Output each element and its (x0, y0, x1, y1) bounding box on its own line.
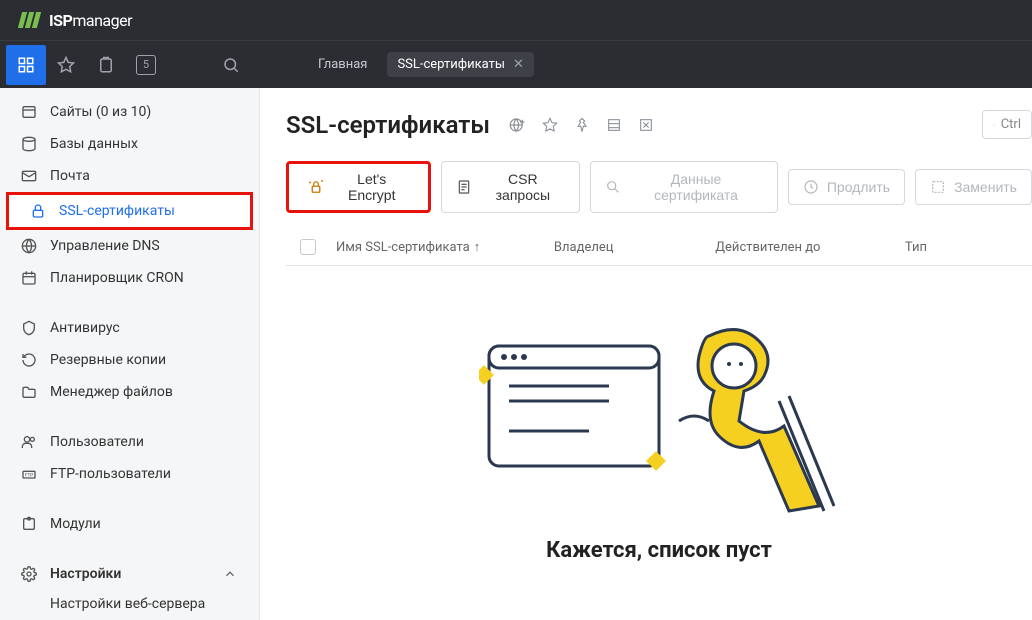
sidebar-item-label: Управление DNS (50, 238, 160, 254)
sort-asc-icon: ↑ (474, 239, 481, 255)
col-name-label[interactable]: Имя SSL-сертификата (336, 240, 470, 255)
sidebar-item-label: Антивирус (50, 320, 120, 336)
sidebar-item-files[interactable]: Менеджер файлов (0, 376, 259, 408)
lets-encrypt-button[interactable]: Let's Encrypt (286, 161, 431, 213)
renew-button: Продлить (788, 169, 905, 205)
sidebar-item-label: SSL-сертификаты (59, 203, 175, 219)
sidebar: Сайты (0 из 10) Базы данных Почта SSL-се… (0, 88, 260, 620)
chevron-up-icon (221, 565, 239, 583)
sidebar-item-backup[interactable]: Резервные копии (0, 344, 259, 376)
action-label: Let's Encrypt (333, 171, 410, 203)
replace-button: Заменить (915, 169, 1032, 205)
action-label: Продлить (827, 179, 890, 195)
breadcrumb-current-label: SSL-сертификаты (397, 57, 505, 72)
sidebar-item-label: Менеджер файлов (50, 384, 173, 400)
sidebar-item-databases[interactable]: Базы данных (0, 128, 259, 160)
select-all-checkbox[interactable] (300, 239, 316, 255)
sparkle-lock-icon (307, 178, 325, 196)
logo-mark-icon (20, 12, 39, 28)
sidebar-item-mail[interactable]: Почта (0, 160, 259, 192)
collapse-icon[interactable] (638, 117, 654, 133)
document-icon (456, 179, 472, 195)
search-placeholder: Ctrl (1001, 117, 1021, 132)
sidebar-item-modules[interactable]: Модули (0, 508, 259, 540)
sidebar-item-label: Базы данных (50, 136, 138, 152)
page-title: SSL-сертификаты (286, 111, 490, 139)
search-doc-icon (605, 179, 621, 195)
sidebar-item-label: Модули (50, 516, 101, 532)
home-dashboard-icon[interactable] (6, 45, 46, 85)
toolbar: 5 Главная SSL-сертификаты ✕ (0, 40, 1032, 88)
breadcrumb-current-tab[interactable]: SSL-сертификаты ✕ (387, 52, 533, 77)
search-icon (993, 118, 995, 132)
ftp-icon: FTP (20, 465, 38, 483)
col-owner-label[interactable]: Владелец (554, 240, 695, 255)
main-content: SSL-сертификаты Ctrl Let's Encrypt CSR з… (260, 88, 1032, 620)
table-header: Имя SSL-сертификата ↑ Владелец Действите… (286, 229, 1032, 266)
sidebar-item-users[interactable]: Пользователи (0, 426, 259, 458)
clipboard-icon[interactable] (86, 45, 126, 85)
action-label: Данные сертификата (629, 171, 763, 203)
lock-icon (29, 202, 47, 220)
search-icon[interactable] (222, 56, 240, 74)
users-icon (20, 433, 38, 451)
gear-icon (20, 565, 38, 583)
empty-state: Кажется, список пуст (286, 326, 1032, 563)
breadcrumb: Главная SSL-сертификаты ✕ (310, 52, 534, 77)
mail-icon (20, 167, 38, 185)
breadcrumb-home[interactable]: Главная (310, 53, 375, 76)
col-valid-label[interactable]: Действителен до (715, 240, 885, 255)
close-icon[interactable]: ✕ (513, 57, 524, 72)
sidebar-item-label: Настройки (50, 566, 121, 582)
renew-icon (803, 179, 819, 195)
globe-icon (20, 237, 38, 255)
sidebar-subitem-web-settings[interactable]: Настройки веб-сервера (0, 590, 259, 618)
empty-illustration-icon (479, 326, 839, 516)
pin-icon[interactable] (574, 117, 590, 133)
database-icon (20, 135, 38, 153)
sidebar-item-label: Почта (50, 168, 90, 184)
sidebar-item-label: Резервные копии (50, 352, 166, 368)
globe-plus-icon[interactable] (508, 116, 526, 134)
sidebar-item-ssl[interactable]: SSL-сертификаты (6, 192, 253, 230)
folder-icon (20, 383, 38, 401)
cert-data-button: Данные сертификата (590, 161, 778, 213)
shield-icon (20, 319, 38, 337)
browser-icon (20, 103, 38, 121)
action-label: CSR запросы (480, 171, 565, 203)
sidebar-item-label: Планировщик CRON (50, 270, 184, 286)
sidebar-item-cron[interactable]: Планировщик CRON (0, 262, 259, 294)
page-header: SSL-сертификаты Ctrl (286, 110, 1032, 139)
counter-badge[interactable]: 5 (126, 45, 166, 85)
top-header: ISPmanager (0, 0, 1032, 40)
svg-text:FTP: FTP (25, 473, 33, 479)
logo-text: ISPmanager (49, 11, 132, 30)
sidebar-item-antivirus[interactable]: Антивирус (0, 312, 259, 344)
sidebar-item-ftp-users[interactable]: FTP FTP-пользователи (0, 458, 259, 490)
page-search[interactable]: Ctrl (982, 110, 1032, 139)
sidebar-item-label: Сайты (0 из 10) (50, 104, 151, 120)
csr-button[interactable]: CSR запросы (441, 161, 580, 213)
list-icon[interactable] (606, 117, 622, 133)
calendar-icon (20, 269, 38, 287)
star-icon[interactable] (46, 45, 86, 85)
col-type-label[interactable]: Тип (905, 240, 1018, 255)
empty-title: Кажется, список пуст (286, 538, 1032, 563)
action-row: Let's Encrypt CSR запросы Данные сертифи… (286, 161, 1032, 213)
sidebar-item-label: FTP-пользователи (50, 466, 171, 482)
action-label: Заменить (954, 179, 1017, 195)
logo: ISPmanager (20, 11, 132, 30)
puzzle-icon (20, 515, 38, 533)
sidebar-item-dns[interactable]: Управление DNS (0, 230, 259, 262)
sidebar-item-settings[interactable]: Настройки (0, 558, 259, 590)
star-outline-icon[interactable] (542, 117, 558, 133)
replace-icon (930, 179, 946, 195)
sidebar-item-sites[interactable]: Сайты (0 из 10) (0, 96, 259, 128)
sidebar-item-label: Пользователи (50, 434, 144, 450)
refresh-icon (20, 351, 38, 369)
